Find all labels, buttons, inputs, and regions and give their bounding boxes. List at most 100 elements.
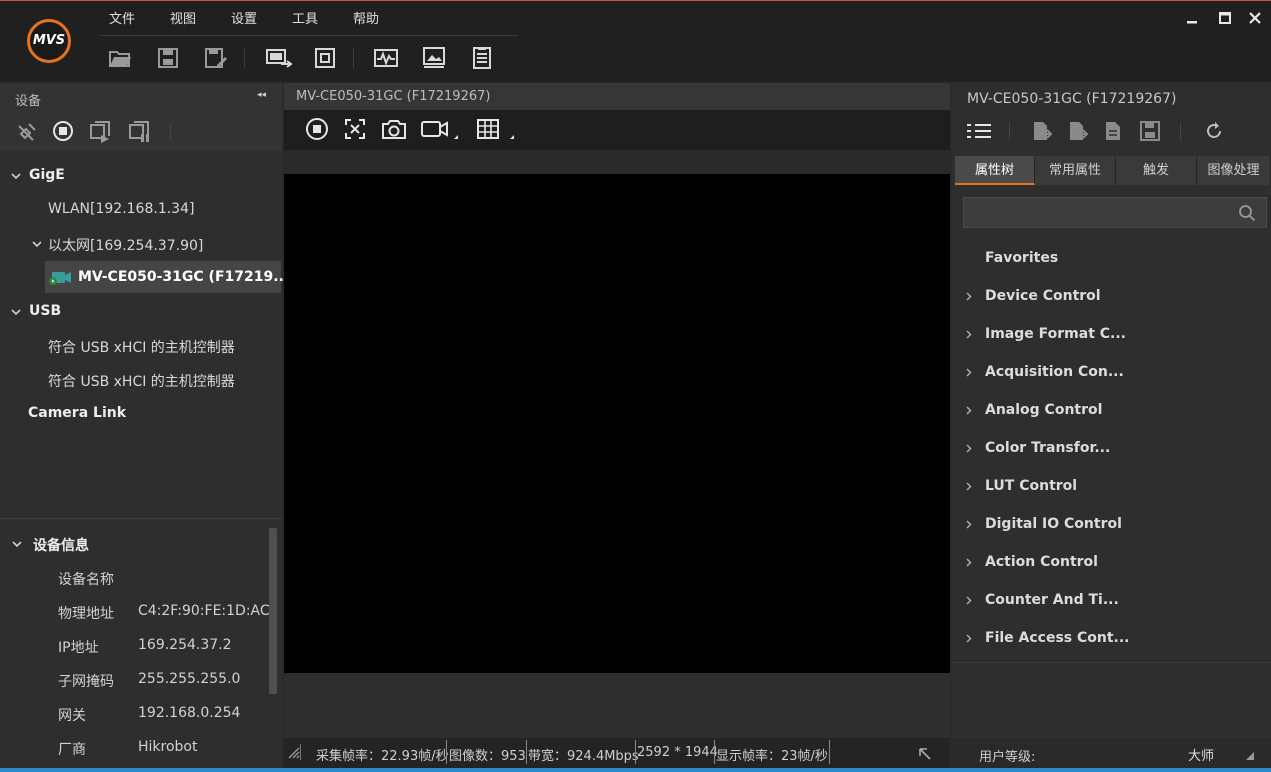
- stop-grab-icon[interactable]: [305, 117, 329, 141]
- search-icon[interactable]: [1238, 204, 1256, 222]
- tree-ethernet[interactable]: 以太网[169.254.37.90]: [48, 235, 203, 255]
- property-group[interactable]: Acquisition Con...: [985, 364, 1124, 380]
- minimize-icon[interactable]: [1182, 8, 1202, 28]
- property-group[interactable]: LUT Control: [985, 478, 1077, 494]
- tree-usb-controller[interactable]: 符合 USB xHCI 的主机控制器: [48, 337, 235, 357]
- import-icon[interactable]: [1031, 120, 1053, 142]
- image-view-title: MV-CE050-31GC (F17219267): [296, 89, 491, 104]
- video-display[interactable]: [284, 174, 950, 673]
- chevron-right-icon[interactable]: [964, 330, 973, 339]
- monitor-share-icon[interactable]: [265, 45, 293, 71]
- property-group[interactable]: Counter And Ti...: [985, 592, 1119, 608]
- property-group[interactable]: Color Transfor...: [985, 440, 1110, 456]
- info-value: 192.168.0.254: [138, 705, 241, 721]
- tab-property-tree[interactable]: 属性树: [955, 156, 1035, 185]
- save-parameters-icon[interactable]: [1139, 120, 1161, 142]
- image-settings-icon[interactable]: [421, 45, 447, 71]
- menu-file[interactable]: 文件: [109, 8, 135, 27]
- chevron-right-icon[interactable]: [964, 634, 973, 643]
- menu-settings[interactable]: 设置: [231, 8, 257, 27]
- dropdown-arrow-icon[interactable]: [1246, 752, 1254, 760]
- toolbar-separator: [244, 48, 245, 68]
- snapshot-camera-icon[interactable]: [381, 117, 406, 141]
- save-as-icon[interactable]: [203, 45, 229, 71]
- open-folder-icon[interactable]: [107, 45, 133, 71]
- chevron-down-icon[interactable]: [11, 171, 21, 181]
- toolbar-separator: [353, 48, 354, 68]
- export-icon[interactable]: [1067, 120, 1089, 142]
- grid-overlay-icon[interactable]: [476, 117, 520, 141]
- stop-capture-icon[interactable]: [52, 120, 74, 142]
- fit-window-icon[interactable]: [312, 45, 338, 71]
- list-view-icon[interactable]: [966, 121, 992, 141]
- tree-gige[interactable]: GigE: [29, 167, 65, 183]
- logo-text: MVS: [32, 33, 66, 48]
- info-value: C4:2F:90:FE:1D:AC: [138, 603, 270, 619]
- chevron-down-icon[interactable]: [32, 239, 42, 249]
- waveform-icon[interactable]: [373, 45, 399, 71]
- disconnect-icon[interactable]: [16, 121, 38, 143]
- app-logo: MVS: [27, 19, 71, 63]
- property-group[interactable]: Device Control: [985, 288, 1101, 304]
- close-view-icon[interactable]: [343, 117, 367, 141]
- image-view-bottom-area: [284, 673, 950, 738]
- device-panel: [0, 83, 282, 768]
- device-info-title[interactable]: 设备信息: [33, 535, 89, 555]
- property-group[interactable]: Digital IO Control: [985, 516, 1122, 532]
- chevron-right-icon[interactable]: [964, 292, 973, 301]
- property-group[interactable]: Image Format C...: [985, 326, 1126, 342]
- menu-tools[interactable]: 工具: [292, 8, 318, 27]
- continuous-capture-icon[interactable]: [89, 121, 111, 143]
- chevron-right-icon[interactable]: [964, 558, 973, 567]
- property-group[interactable]: Analog Control: [985, 402, 1102, 418]
- user-level-select[interactable]: 大师: [1188, 745, 1214, 764]
- tree-wlan[interactable]: WLAN[192.168.1.34]: [48, 201, 194, 217]
- tab-trigger[interactable]: 触发: [1116, 156, 1197, 185]
- info-label: 网关: [58, 708, 86, 724]
- maximize-icon[interactable]: [1215, 8, 1235, 28]
- record-video-icon[interactable]: [420, 117, 460, 141]
- status-separator: [446, 740, 447, 764]
- close-icon[interactable]: [1245, 8, 1265, 28]
- camera-icon: [48, 270, 72, 286]
- info-label: 厂商: [58, 742, 86, 758]
- chevron-right-icon[interactable]: [964, 520, 973, 529]
- status-display-fps: 显示帧率：23帧/秒: [716, 749, 828, 764]
- property-search-input[interactable]: [963, 197, 1267, 228]
- property-group[interactable]: File Access Cont...: [985, 630, 1130, 646]
- status-resolution: 2592 * 1944: [637, 745, 718, 760]
- status-separator: [526, 740, 527, 764]
- tree-camera-label: MV-CE050-31GC (F17219...: [78, 269, 290, 285]
- chevron-right-icon[interactable]: [964, 482, 973, 491]
- expand-arrow-icon[interactable]: [918, 747, 932, 761]
- document-icon[interactable]: [1103, 120, 1123, 142]
- tree-usb-controller[interactable]: 符合 USB xHCI 的主机控制器: [48, 371, 235, 391]
- save-icon[interactable]: [155, 45, 181, 71]
- device-panel-header: [0, 83, 282, 111]
- menu-help[interactable]: 帮助: [353, 8, 379, 27]
- chevron-down-icon[interactable]: [12, 539, 22, 549]
- collapse-panel-icon[interactable]: ◂◂: [257, 90, 266, 100]
- property-favorites[interactable]: Favorites: [985, 250, 1058, 266]
- document-list-icon[interactable]: [469, 45, 495, 71]
- property-group[interactable]: Action Control: [985, 554, 1098, 570]
- device-panel-title: 设备: [15, 94, 42, 109]
- chevron-down-icon[interactable]: [11, 307, 21, 317]
- toolbar-separator: [1180, 122, 1181, 140]
- info-scrollbar[interactable]: [269, 528, 277, 694]
- tree-usb[interactable]: USB: [29, 303, 61, 319]
- panel-divider: [952, 662, 1271, 663]
- chevron-right-icon[interactable]: [964, 444, 973, 453]
- chevron-right-icon[interactable]: [964, 368, 973, 377]
- chevron-right-icon[interactable]: [964, 406, 973, 415]
- tree-cameralink[interactable]: Camera Link: [28, 405, 126, 421]
- refresh-icon[interactable]: [1203, 120, 1225, 142]
- info-label: 设备名称: [58, 572, 114, 588]
- tab-image-processing[interactable]: 图像处理: [1197, 156, 1271, 185]
- chevron-right-icon[interactable]: [964, 596, 973, 605]
- status-capture-fps: 采集帧率：22.93帧/秒: [316, 749, 449, 764]
- tab-common-properties[interactable]: 常用属性: [1035, 156, 1116, 185]
- menu-view[interactable]: 视图: [170, 8, 196, 27]
- pause-capture-icon[interactable]: [128, 121, 150, 143]
- status-separator: [829, 740, 830, 764]
